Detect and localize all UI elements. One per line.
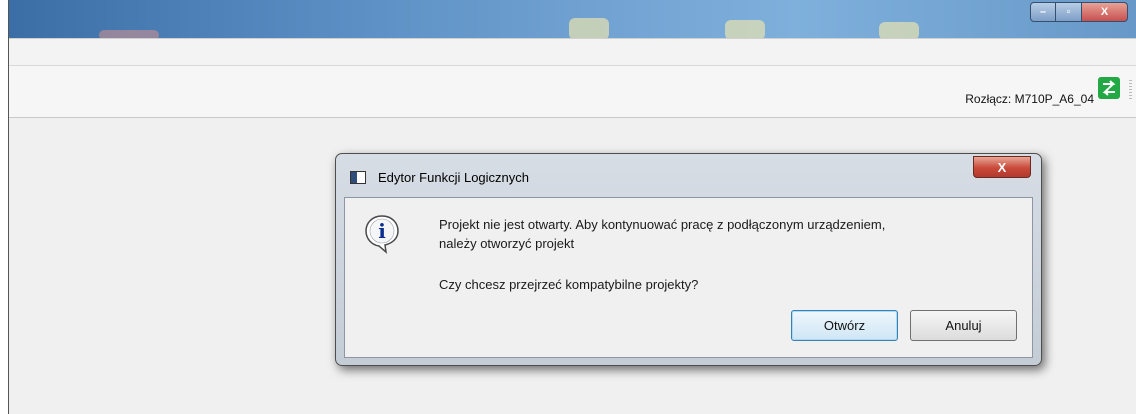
connection-arrows-icon — [1102, 80, 1116, 96]
taskbar-thumbnail — [725, 20, 765, 38]
dialog-body: i Projekt nie jest otwarty. Aby kontynuo… — [344, 197, 1033, 358]
toolbar-grip[interactable] — [1129, 80, 1132, 100]
main-titlebar[interactable]: – ▫ X — [9, 0, 1136, 38]
taskbar-thumbnail — [569, 18, 609, 38]
message-dialog: Edytor Funkcji Logicznych X i Projekt ni… — [335, 153, 1042, 366]
minimize-button[interactable]: – — [1030, 2, 1056, 22]
open-button[interactable]: Otwórz — [791, 310, 898, 341]
taskbar-thumbnail — [99, 30, 159, 38]
maximize-button[interactable]: ▫ — [1056, 2, 1082, 22]
toolbar: Rozłącz: M710P_A6_04 — [9, 66, 1136, 118]
window-controls: – ▫ X — [1030, 2, 1128, 22]
dialog-message-line2: należy otworzyć projekt — [439, 236, 575, 251]
info-icon: i — [365, 215, 399, 254]
cancel-button[interactable]: Anuluj — [910, 310, 1017, 341]
dialog-title: Edytor Funkcji Logicznych — [378, 170, 530, 185]
disconnect-device-label[interactable]: Rozłącz: M710P_A6_04 — [965, 92, 1094, 106]
taskbar-thumbnail — [879, 22, 919, 38]
dialog-message-line1: Projekt nie jest otwarty. Aby kontynuowa… — [439, 217, 886, 232]
menu-bar — [9, 38, 1136, 66]
app-window-icon — [350, 171, 366, 184]
dialog-question: Czy chcesz przejrzeć kompatybilne projek… — [439, 277, 699, 292]
svg-text:i: i — [378, 219, 386, 243]
close-button[interactable]: X — [1082, 2, 1128, 22]
connection-status-icon[interactable] — [1098, 77, 1120, 99]
dialog-close-button[interactable]: X — [973, 156, 1031, 178]
